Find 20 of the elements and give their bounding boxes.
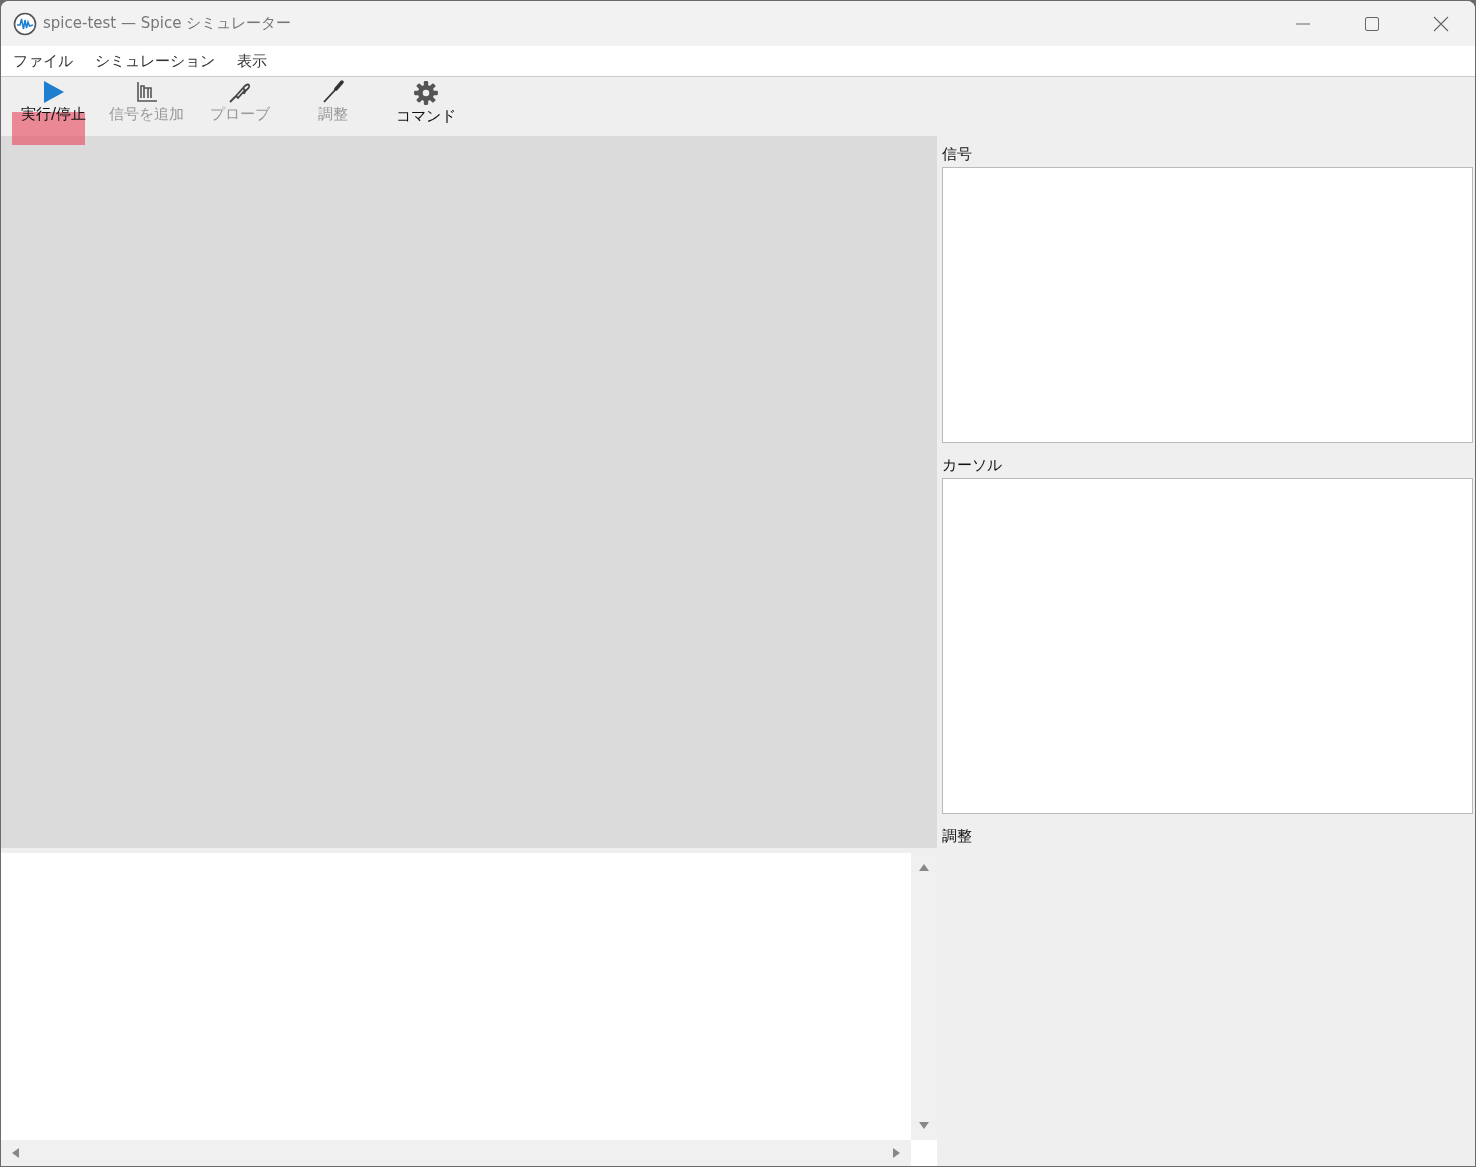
scroll-up-icon[interactable] — [919, 863, 929, 871]
menu-item[interactable]: ファイル — [13, 51, 73, 71]
chart-icon — [134, 80, 159, 104]
settings-icon — [412, 80, 439, 106]
menu-item[interactable]: シミュレーション — [95, 51, 215, 71]
toolbar-button[interactable]: コマンド — [379, 77, 472, 136]
close-icon[interactable] — [1433, 15, 1449, 32]
panel-label: 調整 — [942, 826, 973, 847]
scroll-right-icon[interactable] — [893, 1148, 901, 1158]
window-title: spice-test — Spice シミュレーター — [43, 14, 292, 33]
menu-item[interactable]: 表示 — [237, 51, 267, 71]
screwdriver-icon — [320, 80, 345, 104]
horizontal-scrollbar[interactable] — [1, 1140, 911, 1166]
app-logo-icon — [13, 11, 37, 36]
maximize-icon[interactable] — [1364, 15, 1380, 32]
play-icon — [41, 80, 66, 104]
scroll-left-icon[interactable] — [11, 1148, 19, 1158]
scroll-down-icon[interactable] — [919, 1122, 929, 1130]
panel-label: 信号 — [942, 144, 973, 165]
panel-label: カーソル — [942, 455, 1003, 476]
